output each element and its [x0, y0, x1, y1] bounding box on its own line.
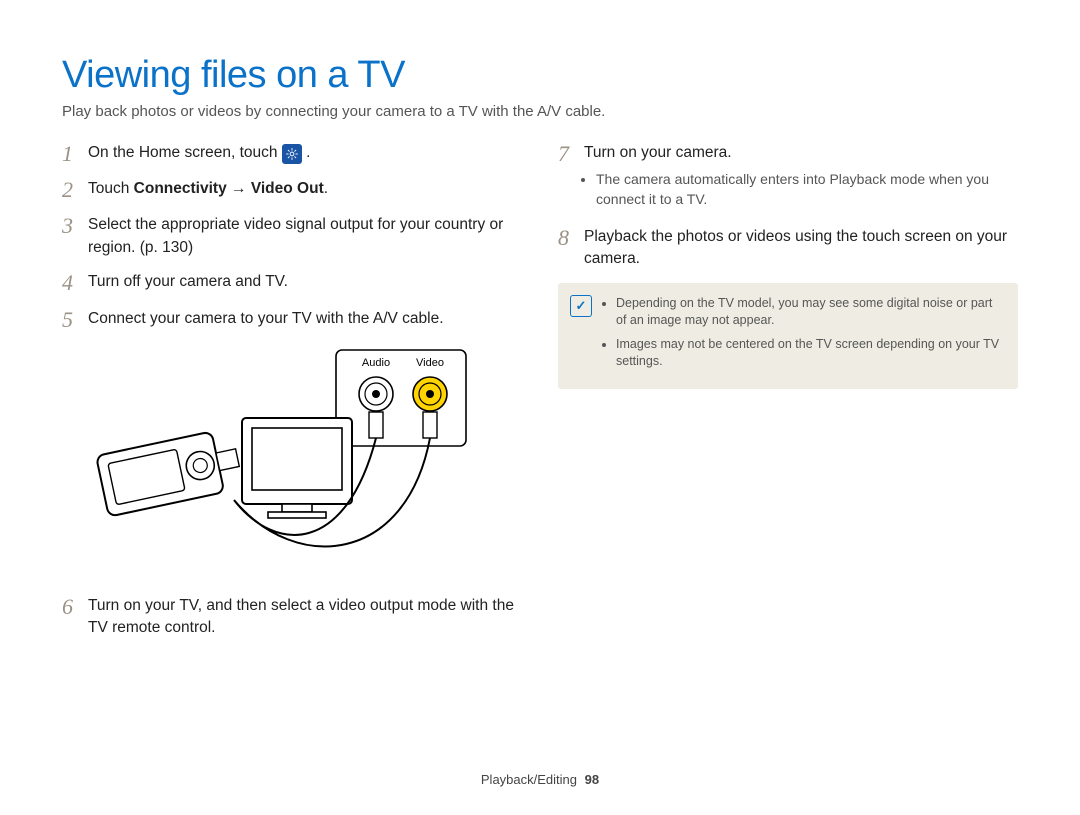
step-sub-bullets: The camera automatically enters into Pla…	[596, 170, 1018, 209]
steps-right: 7 Turn on your camera. The camera automa…	[558, 142, 1018, 271]
left-column: 1 On the Home screen, touch	[62, 142, 522, 652]
step-text: Touch	[88, 180, 134, 197]
camera-icon	[96, 427, 244, 516]
video-label: Video	[416, 357, 444, 369]
page-title: Viewing files on a TV	[62, 54, 1018, 97]
content-columns: 1 On the Home screen, touch	[62, 142, 1018, 652]
steps-left-cont: 6 Turn on your TV, and then select a vid…	[62, 595, 522, 640]
footer-page-number: 98	[585, 772, 599, 787]
step-number: 5	[62, 308, 88, 332]
manual-page: Viewing files on a TV Play back photos o…	[0, 0, 1080, 815]
step-4: 4 Turn off your camera and TV.	[62, 271, 522, 295]
step-text-bold: Connectivity	[134, 180, 227, 197]
step-body: Turn off your camera and TV.	[88, 271, 522, 293]
page-footer: Playback/Editing 98	[0, 772, 1080, 787]
step-text-end: .	[324, 180, 328, 197]
step-body: Touch Connectivity → Video Out.	[88, 178, 522, 200]
bullet-item: The camera automatically enters into Pla…	[596, 170, 1018, 209]
step-body: Select the appropriate video signal outp…	[88, 214, 522, 259]
step-number: 6	[62, 595, 88, 619]
note-icon: ✓	[570, 295, 592, 317]
step-number: 8	[558, 226, 584, 250]
step-number: 2	[62, 178, 88, 202]
step-number: 7	[558, 142, 584, 166]
step-text-bold: Video Out	[251, 180, 324, 197]
step-text-arrow: →	[227, 180, 251, 197]
step-body: Turn on your TV, and then select a video…	[88, 595, 522, 640]
note-list: Depending on the TV model, you may see s…	[602, 295, 1004, 371]
step-number: 3	[62, 214, 88, 238]
step-body: Playback the photos or videos using the …	[584, 226, 1018, 271]
step-2: 2 Touch Connectivity → Video Out.	[62, 178, 522, 202]
step-body: Connect your camera to your TV with the …	[88, 308, 522, 330]
step-text: On the Home screen, touch	[88, 144, 282, 161]
step-1: 1 On the Home screen, touch	[62, 142, 522, 166]
step-8: 8 Playback the photos or videos using th…	[558, 226, 1018, 271]
note-box: ✓ Depending on the TV model, you may see…	[558, 283, 1018, 389]
step-body: On the Home screen, touch	[88, 142, 522, 164]
step-5: 5 Connect your camera to your TV with th…	[62, 308, 522, 332]
audio-label: Audio	[362, 357, 390, 369]
right-column: 7 Turn on your camera. The camera automa…	[558, 142, 1018, 652]
footer-section: Playback/Editing	[481, 772, 577, 787]
tv-icon	[242, 418, 352, 518]
step-number: 4	[62, 271, 88, 295]
av-panel: Audio Video	[336, 350, 466, 446]
page-subtitle: Play back photos or videos by connecting…	[62, 103, 1018, 120]
note-item: Depending on the TV model, you may see s…	[616, 295, 1004, 330]
note-item: Images may not be centered on the TV scr…	[616, 336, 1004, 371]
settings-icon	[282, 144, 302, 164]
step-3: 3 Select the appropriate video signal ou…	[62, 214, 522, 259]
steps-left: 1 On the Home screen, touch	[62, 142, 522, 332]
step-text-end: .	[306, 144, 310, 161]
step-7: 7 Turn on your camera. The camera automa…	[558, 142, 1018, 214]
connection-diagram: Audio Video	[86, 344, 522, 579]
step-body: Turn on your camera. The camera automati…	[584, 142, 1018, 214]
step-6: 6 Turn on your TV, and then select a vid…	[62, 595, 522, 640]
step-number: 1	[62, 142, 88, 166]
step-text: Turn on your camera.	[584, 144, 732, 161]
